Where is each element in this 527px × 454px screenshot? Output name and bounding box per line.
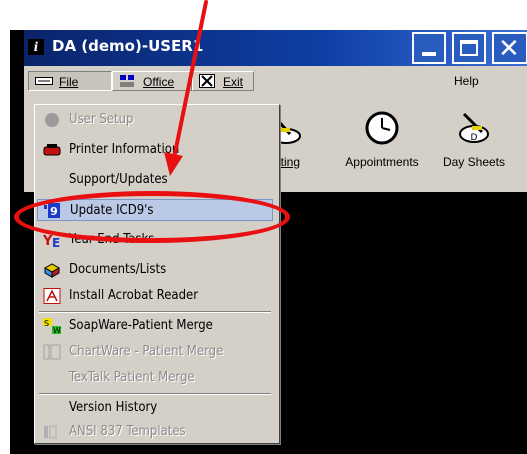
menu-item-label: Update ICD9's bbox=[70, 203, 154, 218]
exit-menu-button[interactable]: Exit bbox=[192, 71, 254, 91]
menu-item-label: ANSI 837 Templates bbox=[69, 424, 186, 439]
appointments-button[interactable]: Appointments bbox=[334, 110, 430, 169]
acrobat-icon bbox=[43, 288, 61, 304]
menu-item-label: Support/Updates bbox=[69, 172, 168, 187]
minimize-icon bbox=[422, 52, 436, 56]
office-menu-label: Office bbox=[143, 75, 175, 89]
help-menu[interactable]: Help bbox=[454, 74, 479, 88]
menu-item-label: ChartWare - Patient Merge bbox=[69, 344, 224, 359]
day-sheets-label: Day Sheets bbox=[442, 155, 506, 169]
exit-icon bbox=[199, 74, 215, 88]
printer-icon bbox=[43, 144, 61, 156]
ansi-template-icon bbox=[44, 425, 57, 439]
menu-item-update-icd9[interactable]: 9 Update ICD9's bbox=[37, 199, 273, 221]
office-icon bbox=[120, 75, 134, 87]
menu-item-support-updates[interactable]: Support/Updates bbox=[37, 169, 273, 191]
menu-separator bbox=[39, 311, 271, 313]
svg-text:9: 9 bbox=[50, 205, 58, 218]
title-bar[interactable]: i DA (demo)-USER1 ✕ bbox=[24, 30, 527, 66]
window-title: DA (demo)-USER1 bbox=[52, 37, 204, 55]
gray-circle-icon bbox=[45, 113, 59, 127]
menu-item-label: Version History bbox=[69, 400, 158, 415]
chartware-icon bbox=[43, 344, 61, 360]
menu-item-label: Install Acrobat Reader bbox=[69, 288, 199, 303]
day-sheets-icon: D bbox=[459, 112, 489, 143]
menu-item-printer-information[interactable]: Printer Information bbox=[37, 139, 273, 161]
menu-item-version-history[interactable]: Version History bbox=[37, 397, 273, 419]
menu-item-year-end-tasks[interactable]: YE Year End Tasks bbox=[37, 229, 273, 251]
day-sheets-button[interactable]: D Day Sheets bbox=[434, 110, 514, 169]
maximize-button[interactable] bbox=[452, 32, 486, 64]
drive-icon bbox=[35, 77, 53, 85]
svg-text:E: E bbox=[52, 236, 60, 248]
year-end-icon: YE bbox=[43, 234, 60, 248]
maximize-icon bbox=[460, 40, 478, 56]
menu-item-user-setup[interactable]: User Setup bbox=[37, 109, 273, 131]
menu-item-label: TexTalk Patient Merge bbox=[69, 370, 195, 385]
soapware-icon: SW bbox=[43, 318, 61, 334]
menu-item-label: Documents/Lists bbox=[69, 262, 167, 277]
file-menu-label: File bbox=[59, 75, 79, 89]
svg-text:D: D bbox=[471, 133, 478, 143]
documents-icon bbox=[43, 263, 61, 278]
icd9-update-icon: 9 bbox=[44, 203, 60, 218]
app-icon: i bbox=[28, 39, 44, 55]
menu-separator bbox=[39, 393, 271, 395]
svg-text:S: S bbox=[44, 319, 49, 328]
minimize-button[interactable] bbox=[412, 32, 446, 64]
exit-menu-label: Exit bbox=[223, 75, 244, 89]
clock-icon bbox=[365, 111, 399, 145]
menu-item-label: SoapWare-Patient Merge bbox=[69, 318, 213, 333]
menu-item-install-acrobat[interactable]: Install Acrobat Reader bbox=[37, 285, 273, 307]
menu-item-label: Year End Tasks bbox=[69, 232, 155, 247]
menu-item-documents-lists[interactable]: Documents/Lists bbox=[37, 259, 273, 281]
menu-item-textalk-merge[interactable]: TexTalk Patient Merge bbox=[37, 367, 273, 389]
menu-item-label: User Setup bbox=[69, 112, 134, 127]
menu-item-chartware-merge[interactable]: ChartWare - Patient Merge bbox=[37, 341, 273, 363]
menu-item-label: Printer Information bbox=[69, 142, 180, 157]
office-menu-button[interactable]: Office bbox=[112, 71, 192, 91]
file-menu-button[interactable]: File bbox=[28, 71, 112, 91]
menu-item-ansi-837-templates[interactable]: ANSI 837 Templates bbox=[37, 421, 273, 443]
close-icon: ✕ bbox=[498, 34, 520, 64]
svg-text:W: W bbox=[53, 326, 61, 334]
close-button[interactable]: ✕ bbox=[492, 32, 527, 64]
menu-bar: File Office Exit Help bbox=[24, 66, 527, 94]
file-dropdown-menu: User Setup Printer Information Support/U… bbox=[34, 104, 280, 444]
appointments-label: Appointments bbox=[345, 155, 419, 169]
menu-item-soapware-merge[interactable]: SW SoapWare-Patient Merge bbox=[37, 315, 273, 337]
